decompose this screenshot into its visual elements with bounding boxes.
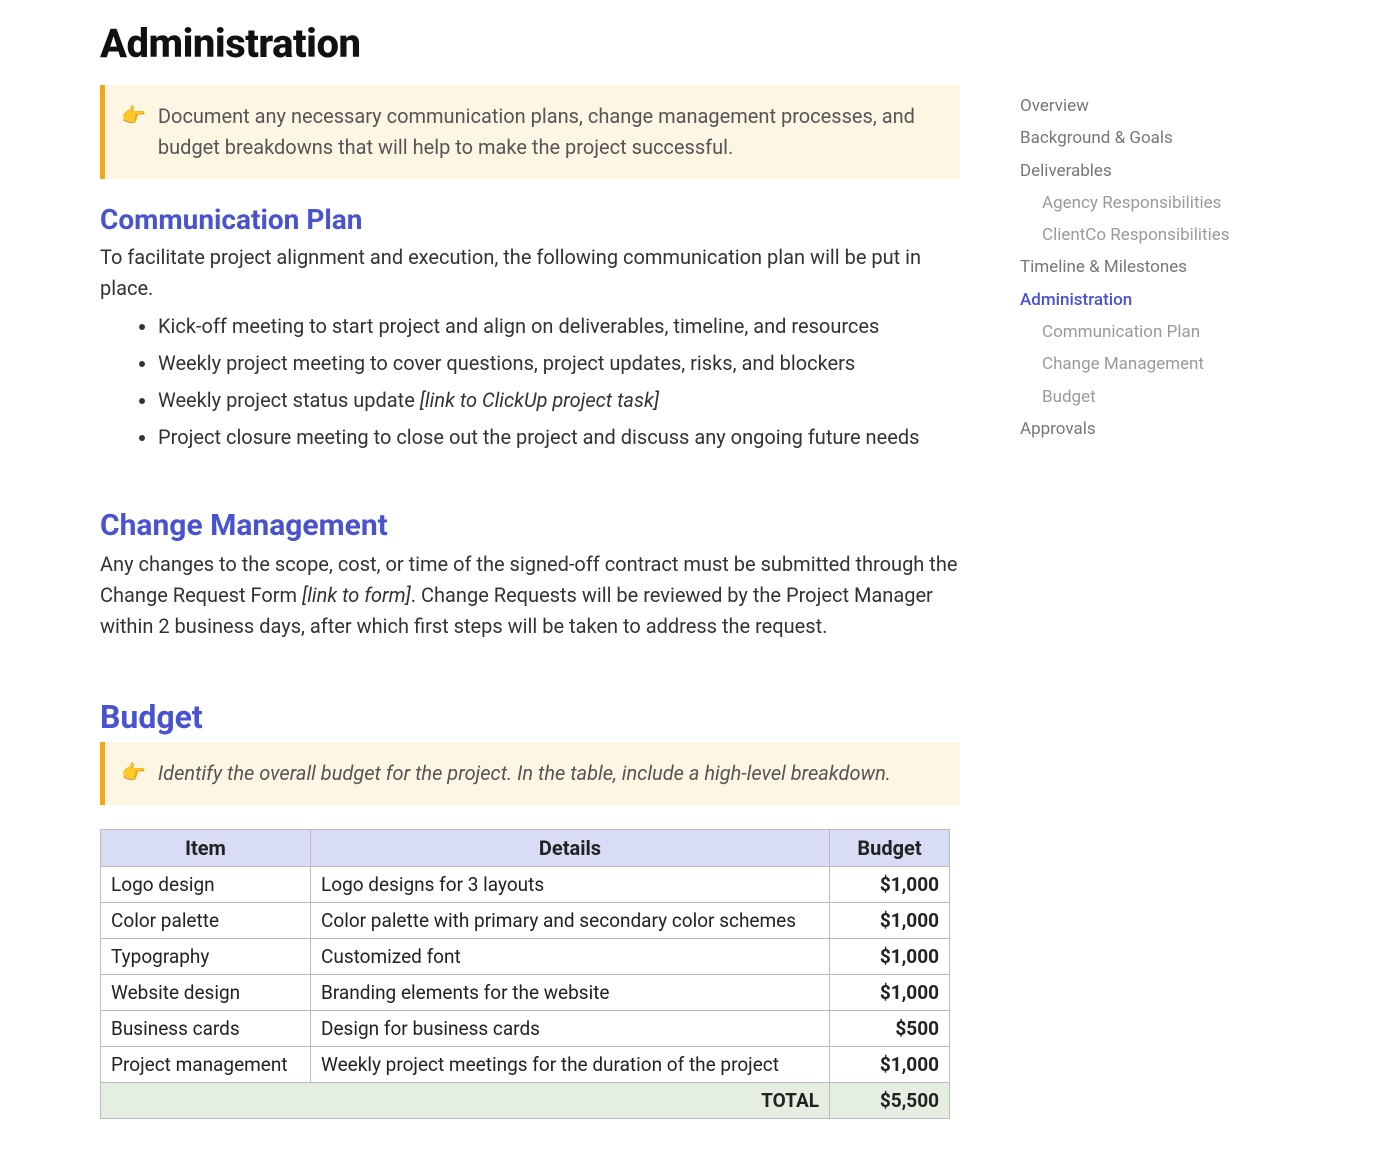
cell-amount: $1,000: [830, 903, 950, 939]
toc-item[interactable]: Communication Plan: [1020, 316, 1300, 348]
cell-amount: $1,000: [830, 975, 950, 1011]
table-row: Color paletteColor palette with primary …: [101, 903, 950, 939]
callout-admin: 👉 Document any necessary communication p…: [100, 85, 960, 179]
table-header-row: Item Details Budget: [101, 830, 950, 867]
toc-item[interactable]: Deliverables: [1020, 155, 1300, 187]
heading-communication-plan: Communication Plan: [100, 203, 960, 236]
cell-item: Website design: [101, 975, 311, 1011]
document-main: Administration 👉 Document any necessary …: [100, 20, 960, 1119]
toc-item[interactable]: Budget: [1020, 381, 1300, 413]
cell-amount: $1,000: [830, 867, 950, 903]
toc-item[interactable]: Change Management: [1020, 348, 1300, 380]
change-mgmt-text: Any changes to the scope, cost, or time …: [100, 549, 960, 642]
page-title: Administration: [100, 20, 960, 67]
table-row: Website designBranding elements for the …: [101, 975, 950, 1011]
callout-text: Identify the overall budget for the proj…: [158, 758, 891, 789]
table-row: Business cardsDesign for business cards$…: [101, 1011, 950, 1047]
list-item: Kick-off meeting to start project and al…: [158, 312, 960, 341]
cell-details: Weekly project meetings for the duration…: [311, 1047, 830, 1083]
toc-item[interactable]: Background & Goals: [1020, 122, 1300, 154]
list-item: Weekly project status update [link to Cl…: [158, 386, 960, 415]
inline-link-placeholder[interactable]: [link to form]: [302, 583, 411, 607]
cell-details: Customized font: [311, 939, 830, 975]
col-item: Item: [101, 830, 311, 867]
comm-plan-list: Kick-off meeting to start project and al…: [100, 312, 960, 452]
total-amount: $5,500: [830, 1083, 950, 1119]
inline-link-placeholder[interactable]: [link to ClickUp project task]: [420, 388, 659, 412]
total-label: TOTAL: [101, 1083, 830, 1119]
list-item: Weekly project meeting to cover question…: [158, 349, 960, 378]
table-row: TypographyCustomized font$1,000: [101, 939, 950, 975]
cell-details: Color palette with primary and secondary…: [311, 903, 830, 939]
callout-text: Document any necessary communication pla…: [158, 101, 936, 163]
budget-table: Item Details Budget Logo designLogo desi…: [100, 829, 950, 1119]
point-right-icon: 👉: [121, 101, 146, 129]
toc-item[interactable]: Administration: [1020, 284, 1300, 316]
toc-item[interactable]: Agency Responsibilities: [1020, 187, 1300, 219]
cell-item: Logo design: [101, 867, 311, 903]
table-total-row: TOTAL $5,500: [101, 1083, 950, 1119]
cell-item: Business cards: [101, 1011, 311, 1047]
cell-details: Branding elements for the website: [311, 975, 830, 1011]
toc-item[interactable]: ClientCo Responsibilities: [1020, 219, 1300, 251]
col-budget: Budget: [830, 830, 950, 867]
comm-plan-intro: To facilitate project alignment and exec…: [100, 242, 960, 304]
cell-amount: $500: [830, 1011, 950, 1047]
table-row: Logo designLogo designs for 3 layouts$1,…: [101, 867, 950, 903]
cell-amount: $1,000: [830, 939, 950, 975]
list-item: Project closure meeting to close out the…: [158, 423, 960, 452]
table-of-contents: OverviewBackground & GoalsDeliverablesAg…: [1020, 20, 1300, 445]
list-item-text: Weekly project status update: [158, 388, 420, 412]
cell-item: Color palette: [101, 903, 311, 939]
table-row: Project managementWeekly project meeting…: [101, 1047, 950, 1083]
point-right-icon: 👉: [121, 758, 146, 786]
toc-item[interactable]: Approvals: [1020, 413, 1300, 445]
heading-budget: Budget: [100, 698, 960, 736]
callout-budget: 👉 Identify the overall budget for the pr…: [100, 742, 960, 805]
cell-item: Typography: [101, 939, 311, 975]
cell-details: Logo designs for 3 layouts: [311, 867, 830, 903]
toc-item[interactable]: Timeline & Milestones: [1020, 251, 1300, 283]
heading-change-management: Change Management: [100, 508, 960, 543]
cell-item: Project management: [101, 1047, 311, 1083]
cell-details: Design for business cards: [311, 1011, 830, 1047]
col-details: Details: [311, 830, 830, 867]
toc-item[interactable]: Overview: [1020, 90, 1300, 122]
cell-amount: $1,000: [830, 1047, 950, 1083]
